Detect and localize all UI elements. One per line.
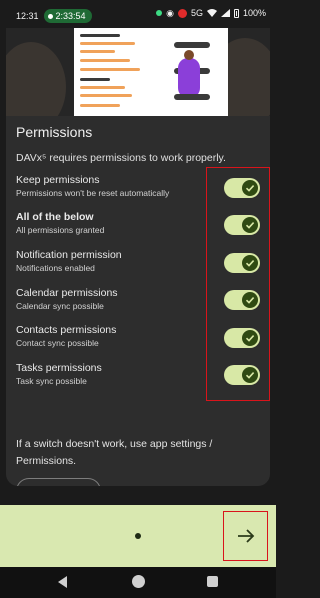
illustration-line xyxy=(80,50,115,53)
hero-decoration xyxy=(6,42,66,116)
recording-indicator: 2:33:54 xyxy=(43,9,92,23)
permission-name: Notification permission xyxy=(16,249,122,261)
permission-name: Contacts permissions xyxy=(16,324,117,336)
permission-description: Calendar sync possible xyxy=(16,301,104,311)
status-bar-right: ◉ 5G 100% xyxy=(156,8,266,18)
permission-description: Task sync possible xyxy=(16,376,87,386)
permission-description: Notifications enabled xyxy=(16,263,95,273)
hero-illustration xyxy=(6,28,270,116)
illustration-line xyxy=(80,34,120,37)
recording-dot-icon xyxy=(47,13,53,19)
record-icon xyxy=(177,8,187,18)
permission-item-notification: Notification permission Notifications en… xyxy=(16,249,206,273)
illustration-toggle xyxy=(174,42,210,48)
illustration-line xyxy=(80,68,140,71)
network-type: 5G xyxy=(190,8,203,18)
permission-name: Calendar permissions xyxy=(16,287,118,299)
illustration-person xyxy=(178,58,200,98)
hint-text: If a switch doesn't work, use app settin… xyxy=(16,438,213,467)
illustration-line xyxy=(80,42,135,45)
illustration-line xyxy=(80,86,125,89)
page-subtitle: DAVx⁵ requires permissions to work prope… xyxy=(16,152,226,164)
privacy-indicator-icon xyxy=(156,10,163,16)
permission-description: All permissions granted xyxy=(16,225,105,235)
back-icon[interactable] xyxy=(58,576,67,588)
illustration-person-head xyxy=(184,50,194,60)
illustration-sheet xyxy=(74,28,228,116)
app-settings-button[interactable]: App settings xyxy=(16,478,101,486)
page-title: Permissions xyxy=(16,124,93,140)
illustration-line xyxy=(80,104,120,107)
permission-description: Contact sync possible xyxy=(16,338,99,348)
permission-name: All of the below xyxy=(16,211,94,223)
permission-item-calendar: Calendar permissions Calendar sync possi… xyxy=(16,287,206,311)
status-bar: 12:31 2:33:54 ◉ 5G 100% xyxy=(0,0,276,28)
permission-item-tasks: Tasks permissions Task sync possible xyxy=(16,362,206,386)
permission-name: Keep permissions xyxy=(16,174,100,186)
highlight-switches xyxy=(206,167,270,401)
wifi-icon xyxy=(206,9,217,17)
permission-item-keep-permissions: Keep permissions Permissions won't be re… xyxy=(16,174,206,198)
system-navigation-bar xyxy=(0,567,276,598)
recents-icon[interactable] xyxy=(207,576,218,587)
status-bar-left: 12:31 2:33:54 xyxy=(16,9,92,23)
bottom-navigation xyxy=(0,505,276,567)
illustration-line xyxy=(80,94,132,97)
permission-name: Tasks permissions xyxy=(16,362,102,374)
battery-level: 100% xyxy=(242,8,266,18)
battery-icon xyxy=(233,8,239,18)
permission-item-contacts: Contacts permissions Contact sync possib… xyxy=(16,324,206,348)
clock: 12:31 xyxy=(16,11,39,21)
arrow-right-icon xyxy=(237,529,254,543)
illustration-line xyxy=(80,59,130,62)
signal-icon xyxy=(220,9,230,17)
permission-description: Permissions won't be reset automatically xyxy=(16,188,170,198)
illustration-toggle xyxy=(174,94,210,100)
permission-item-all: All of the below All permissions granted xyxy=(16,211,206,235)
eye-icon: ◉ xyxy=(166,7,174,18)
recording-time: 2:33:54 xyxy=(55,11,86,21)
illustration-line xyxy=(80,78,110,81)
home-icon[interactable] xyxy=(132,575,145,588)
page-indicator xyxy=(135,533,141,539)
next-button[interactable] xyxy=(223,511,268,561)
